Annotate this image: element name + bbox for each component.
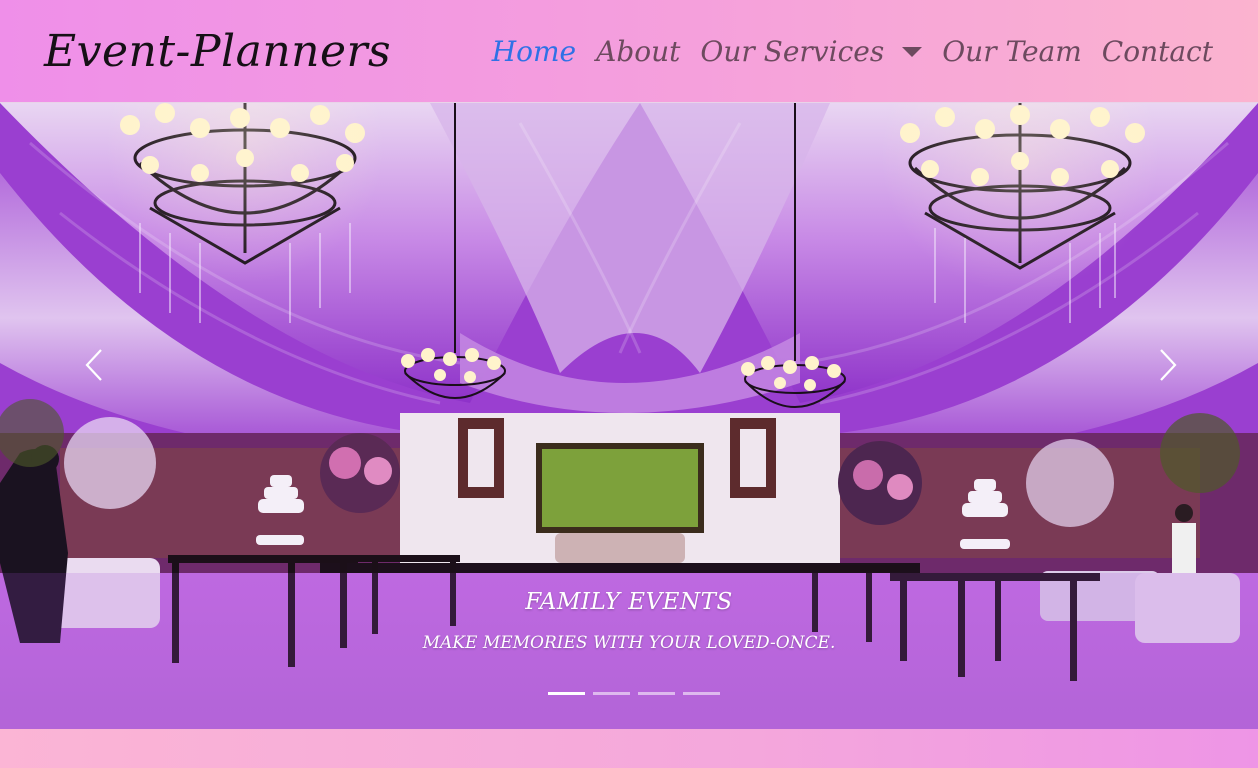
carousel-indicator-1[interactable]: [548, 692, 585, 695]
navbar: Event-Planners Home About Our Services O…: [0, 0, 1258, 103]
nav-links: Home About Our Services Our Team Contact: [492, 35, 1213, 68]
carousel-next-button[interactable]: [1138, 343, 1198, 387]
carousel-indicator-2[interactable]: [593, 692, 630, 695]
nav-about-link[interactable]: About: [596, 35, 680, 68]
caret-down-icon: [902, 47, 923, 57]
nav-services-label: Our Services: [700, 34, 885, 68]
carousel-prev-button[interactable]: [64, 343, 124, 387]
chevron-right-icon: [1160, 349, 1177, 381]
slide-title: FAMILY EVENTS: [525, 589, 733, 615]
page-bottom-section: [0, 729, 1258, 768]
nav-team-link[interactable]: Our Team: [942, 35, 1082, 68]
hero-carousel: FAMILY EVENTS MAKE MEMORIES WITH YOUR LO…: [0, 103, 1258, 729]
carousel-indicator-4[interactable]: [683, 692, 720, 695]
nav-contact-link[interactable]: Contact: [1102, 35, 1213, 68]
carousel-indicators: [548, 692, 728, 695]
nav-services-dropdown[interactable]: Our Services: [700, 34, 923, 68]
carousel-indicator-3[interactable]: [638, 692, 675, 695]
chevron-left-icon: [85, 349, 102, 381]
nav-home-link[interactable]: Home: [492, 35, 576, 68]
slide-subtitle: MAKE MEMORIES WITH YOUR LOVED-ONCE.: [422, 633, 836, 653]
brand-logo[interactable]: Event-Planners: [44, 26, 391, 77]
